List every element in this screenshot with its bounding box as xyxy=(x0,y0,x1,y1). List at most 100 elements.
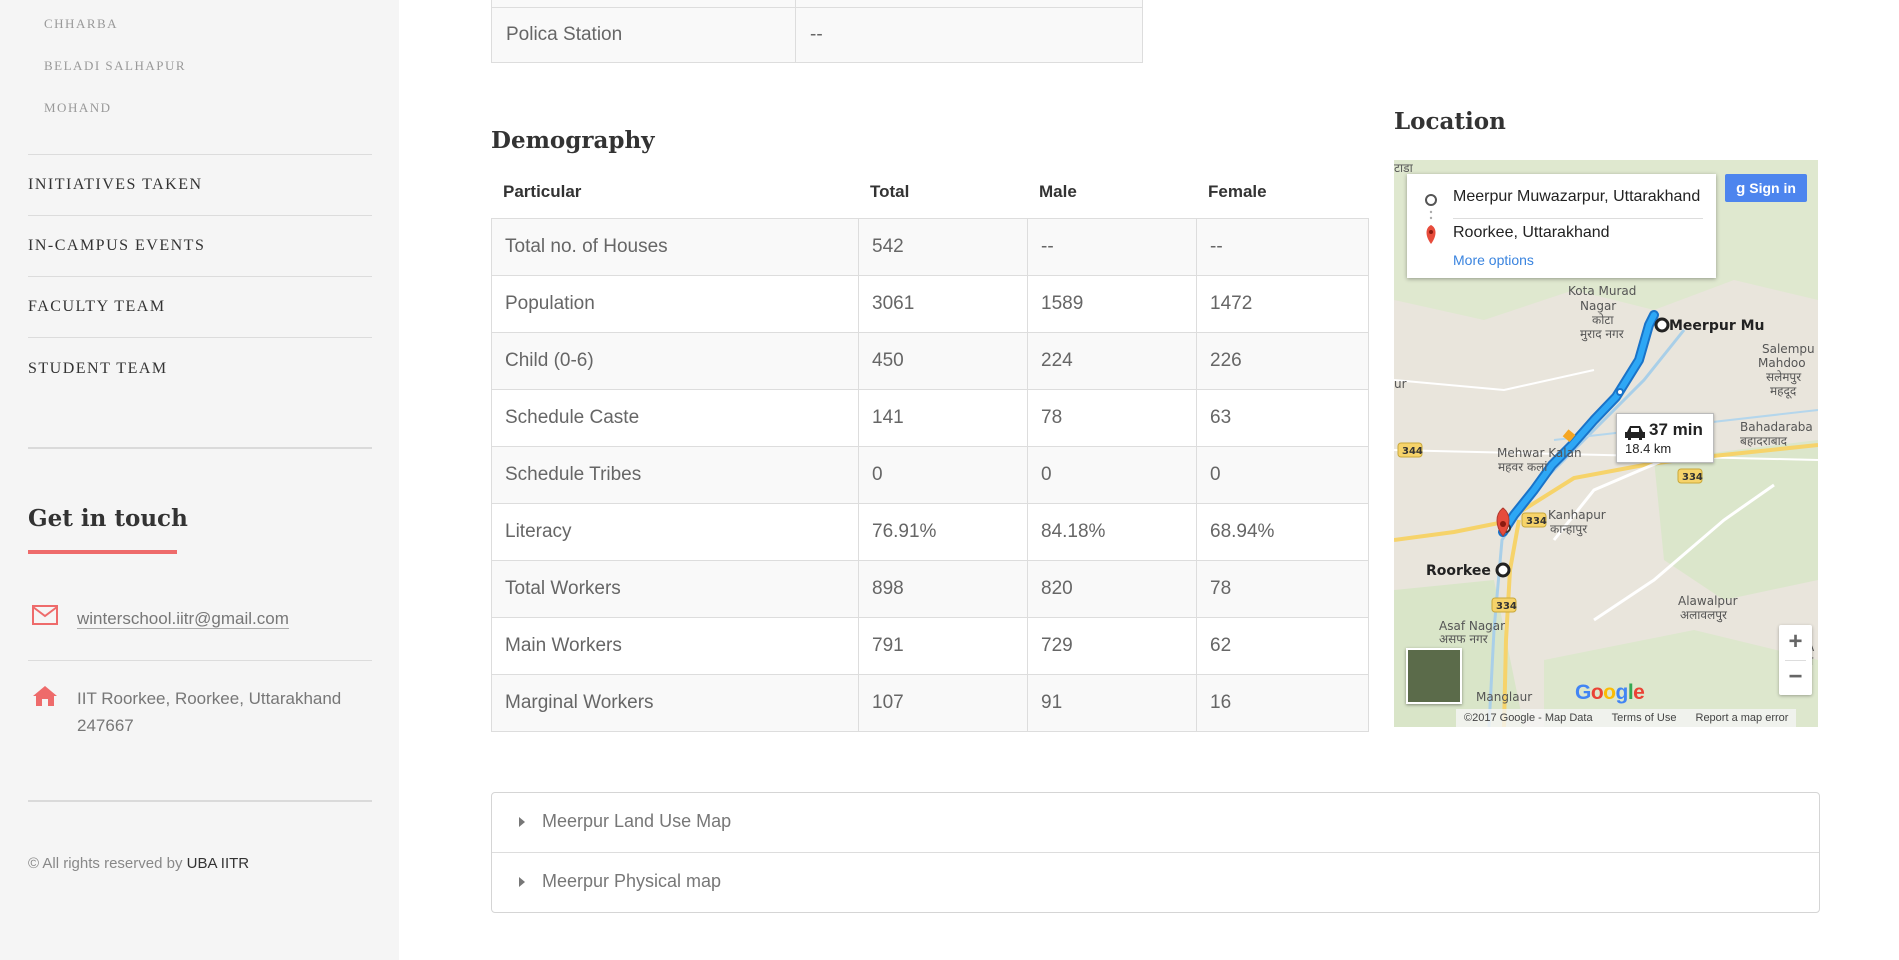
map-sign-in-button[interactable]: g Sign in xyxy=(1725,174,1807,202)
route-info-badge[interactable]: 37 min 18.4 km xyxy=(1616,413,1714,463)
table-row: Literacy 76.91% 84.18% 68.94% xyxy=(491,503,1369,561)
table-cell: 1589 xyxy=(1027,275,1197,333)
table-row: Schedule Tribes 0 0 0 xyxy=(491,446,1369,504)
directions-card: Meerpur Muwazarpur, Uttarakhand Roorkee,… xyxy=(1407,174,1716,278)
terms-of-use-link[interactable]: Terms of Use xyxy=(1612,712,1677,724)
map-label: Salempu xyxy=(1762,342,1815,356)
table-cell: Child (0-6) xyxy=(491,332,859,390)
col-header-female: Female xyxy=(1208,182,1267,201)
map-attribution: ©2017 Google - Map Data Terms of Use Rep… xyxy=(1456,709,1797,727)
map-label: Mahdoo xyxy=(1758,356,1806,370)
table-cell: 107 xyxy=(858,674,1028,732)
accordion-item-land-use-map[interactable]: Meerpur Land Use Map xyxy=(492,793,1819,852)
map-label: Alawalpur xyxy=(1678,594,1738,608)
zoom-control: + − xyxy=(1779,625,1812,695)
caret-right-icon xyxy=(519,877,525,887)
police-station-label: Polica Station xyxy=(491,7,796,63)
table-cell: 16 xyxy=(1196,674,1369,732)
table-cell: 91 xyxy=(1027,674,1197,732)
sidebar: CHHARBA BELADI SALHAPUR MOHAND INITIATIV… xyxy=(0,0,399,960)
maps-accordion: Meerpur Land Use Map Meerpur Physical ma… xyxy=(491,792,1820,913)
police-station-value: -- xyxy=(795,7,1143,63)
table-cell: -- xyxy=(1196,218,1369,276)
table-cell: 78 xyxy=(1196,560,1369,618)
map-label-origin: Meerpur Mu xyxy=(1669,318,1765,334)
map-label: अलावलपुर xyxy=(1680,608,1728,623)
zoom-out-button[interactable]: − xyxy=(1779,660,1812,695)
map-label: महदूद xyxy=(1770,384,1797,399)
table-cell: 450 xyxy=(858,332,1028,390)
divider xyxy=(28,800,372,802)
table-cell: 0 xyxy=(1027,446,1197,504)
google-logo: Google xyxy=(1575,681,1645,704)
map-label: Asaf Nagar xyxy=(1439,619,1505,633)
copyright: © All rights reserved by UBA IITR xyxy=(28,855,249,872)
table-cell: 84.18% xyxy=(1027,503,1197,561)
table-row: Main Workers 791 729 62 xyxy=(491,617,1369,675)
copyright-brand-link[interactable]: UBA IITR xyxy=(187,855,250,872)
accordion-item-physical-map[interactable]: Meerpur Physical map xyxy=(492,852,1819,912)
table-cell: Literacy xyxy=(491,503,859,561)
map-label: Manglaur xyxy=(1476,690,1532,704)
address-text: IIT Roorkee, Roorkee, Uttarakhand 247667 xyxy=(77,685,341,739)
satellite-toggle[interactable] xyxy=(1406,648,1462,704)
demography-heading: Demography xyxy=(491,127,655,154)
map-label: महवर कलां xyxy=(1498,460,1548,474)
road-shield: 334 xyxy=(1682,472,1703,483)
table-cell: Population xyxy=(491,275,859,333)
divider xyxy=(28,447,372,449)
table-cell: Total Workers xyxy=(491,560,859,618)
nav-initiatives-taken[interactable]: INITIATIVES TAKEN xyxy=(28,176,372,194)
google-map[interactable]: टाडा Kota Murad Nagar कोटा मुराद नगर ur … xyxy=(1394,160,1818,727)
map-label: Nagar xyxy=(1580,299,1616,313)
col-header-male: Male xyxy=(1039,182,1077,201)
submenu-item-chharba[interactable]: CHHARBA xyxy=(44,8,186,50)
road-shield: 334 xyxy=(1496,601,1517,612)
table-cell: 63 xyxy=(1196,389,1369,447)
map-label: बहादराबाद xyxy=(1740,434,1788,448)
report-map-error-link[interactable]: Report a map error xyxy=(1696,712,1789,724)
table-cell: 78 xyxy=(1027,389,1197,447)
table-cell: Marginal Workers xyxy=(491,674,859,732)
email-link[interactable]: winterschool.iitr@gmail.com xyxy=(77,609,289,629)
route-origin[interactable]: Meerpur Muwazarpur, Uttarakhand xyxy=(1453,188,1703,206)
table-cell: 542 xyxy=(858,218,1028,276)
nav-faculty-team[interactable]: FACULTY TEAM xyxy=(28,298,372,316)
table-cell: Schedule Tribes xyxy=(491,446,859,504)
nav-student-team[interactable]: STUDENT TEAM xyxy=(28,360,372,378)
demography-header-row: Particular Total Male Female xyxy=(491,170,1368,216)
location-heading: Location xyxy=(1394,108,1506,135)
divider xyxy=(28,215,372,216)
map-label: Kota Murad xyxy=(1568,284,1636,298)
map-label: मुराद नगर xyxy=(1580,327,1625,342)
col-header-total: Total xyxy=(870,182,910,201)
map-label: Mehwar Kalan xyxy=(1497,446,1582,460)
table-cell: 226 xyxy=(1196,332,1369,390)
zoom-in-button[interactable]: + xyxy=(1779,625,1812,660)
table-row: Child (0-6) 450 224 226 xyxy=(491,332,1369,390)
table-cell: 791 xyxy=(858,617,1028,675)
copyright-prefix: © All rights reserved by xyxy=(28,855,183,872)
route-time: 37 min xyxy=(1649,420,1703,439)
map-label: कान्हापुर xyxy=(1550,522,1588,537)
google-g-icon: g xyxy=(1736,180,1746,197)
more-options-link[interactable]: More options xyxy=(1453,252,1534,268)
divider xyxy=(28,337,372,338)
nav-in-campus-events[interactable]: IN-CAMPUS EVENTS xyxy=(28,237,372,255)
table-row: Population 3061 1589 1472 xyxy=(491,275,1369,333)
table-cell: 224 xyxy=(1027,332,1197,390)
submenu-item-beladi-salhapur[interactable]: BELADI SALHAPUR xyxy=(44,50,186,92)
route-destination[interactable]: Roorkee, Uttarakhand xyxy=(1453,224,1610,242)
table-cell: Main Workers xyxy=(491,617,859,675)
table-row: Total no. of Houses 542 -- -- xyxy=(491,218,1369,276)
home-icon xyxy=(32,685,62,709)
map-label: सलेमपुर xyxy=(1766,370,1802,385)
table-cell: Total no. of Houses xyxy=(491,218,859,276)
submenu-item-mohand[interactable]: MOHAND xyxy=(44,92,186,134)
map-label: Bahadaraba xyxy=(1740,420,1813,434)
divider xyxy=(1453,218,1703,219)
accordion-label: Meerpur Land Use Map xyxy=(542,811,732,831)
table-row: Total Workers 898 820 78 xyxy=(491,560,1369,618)
map-label-roorkee: Roorkee xyxy=(1426,563,1491,579)
envelope-icon xyxy=(32,605,62,629)
